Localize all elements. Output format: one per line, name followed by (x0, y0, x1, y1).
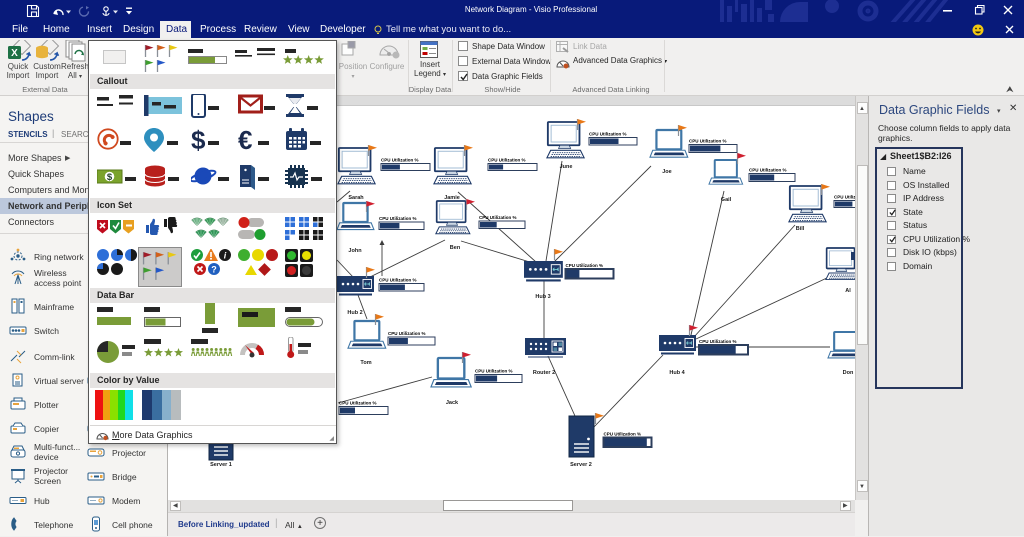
svg-text:CPU Utilization %: CPU Utilization % (589, 132, 627, 137)
svg-text:Jack: Jack (446, 400, 459, 406)
svg-text:Joe: Joe (662, 169, 671, 175)
svg-text:€: € (238, 128, 252, 155)
svg-text:John: John (348, 248, 362, 254)
svg-text:Hub 2: Hub 2 (347, 310, 362, 316)
svg-text:CPU Utilization %: CPU Utilization % (479, 215, 517, 220)
svg-text:Al: Al (845, 288, 851, 294)
svg-text:Tom: Tom (360, 360, 371, 366)
svg-text:CPU Utilization %: CPU Utilization % (699, 339, 737, 344)
svg-text:CPU Utilization %: CPU Utilization % (566, 263, 604, 268)
svg-text:CPU Utilization %: CPU Utilization % (749, 168, 787, 173)
svg-text:Server 1: Server 1 (210, 462, 232, 468)
svg-text:CPU Utilization %: CPU Utilization % (379, 216, 417, 221)
svg-text:Gail: Gail (721, 197, 732, 203)
svg-text:Hub 3: Hub 3 (535, 294, 550, 300)
svg-text:Bill: Bill (796, 226, 805, 232)
svg-text:CPU Utilization %: CPU Utilization % (339, 401, 377, 406)
svg-text:Ben: Ben (450, 245, 461, 251)
svg-text:June: June (560, 164, 573, 170)
svg-text:?: ? (211, 265, 217, 275)
svg-text:Don: Don (843, 370, 854, 376)
svg-text:CPU Utilization %: CPU Utilization % (604, 432, 642, 437)
svg-text:Sarah: Sarah (348, 195, 364, 201)
svg-text:CPU Utilization %: CPU Utilization % (689, 139, 727, 144)
svg-text:$: $ (191, 128, 206, 155)
svg-text:CPU Utilization %: CPU Utilization % (475, 369, 513, 374)
svg-text:CPU Utilization %: CPU Utilization % (388, 331, 426, 336)
svg-text:Hub 4: Hub 4 (669, 370, 685, 376)
svg-text:$: $ (107, 172, 113, 183)
svg-text:Server 2: Server 2 (570, 462, 592, 468)
svg-text:Router 2: Router 2 (533, 370, 555, 376)
svg-text:CPU Utilization %: CPU Utilization % (834, 195, 855, 200)
svg-text:CPU Utilization %: CPU Utilization % (488, 158, 526, 163)
svg-text:X: X (11, 48, 18, 59)
svg-text:CPU Utilization %: CPU Utilization % (379, 278, 417, 283)
svg-text:CPU Utilization %: CPU Utilization % (381, 158, 419, 163)
svg-text:Jamie: Jamie (444, 195, 460, 201)
